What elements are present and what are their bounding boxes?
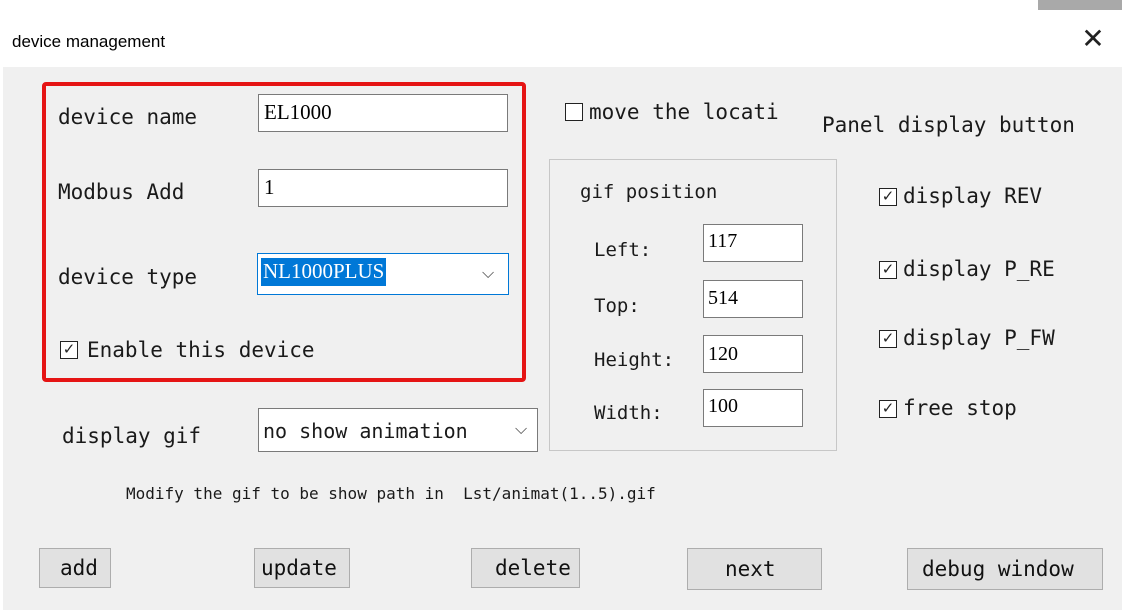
- device-name-input[interactable]: EL1000: [258, 94, 508, 132]
- update-button-label: update: [261, 556, 337, 580]
- gif-left-value: 117: [708, 230, 738, 252]
- device-type-value: NL1000PLUS: [261, 258, 387, 286]
- modbus-address-input[interactable]: 1: [258, 169, 508, 207]
- add-button[interactable]: add: [39, 548, 111, 588]
- display-p-fw-checkbox[interactable]: ✓ display P_FW: [879, 326, 1079, 354]
- device-type-label: device type: [58, 265, 198, 289]
- free-stop-checkbox[interactable]: ✓ free stop: [879, 396, 1079, 424]
- device-name-value: EL1000: [264, 100, 332, 124]
- window-title: device management: [12, 32, 166, 51]
- next-button[interactable]: next: [687, 548, 822, 590]
- title-bar: [0, 10, 1122, 68]
- device-type-select[interactable]: NL1000PLUS ⌵: [257, 253, 509, 295]
- device-name-label: device name: [58, 105, 198, 129]
- delete-button-label: delete: [495, 556, 571, 580]
- display-gif-label: display gif: [62, 424, 202, 448]
- gif-width-label: Width:: [594, 402, 663, 424]
- gif-top-input[interactable]: 514: [703, 280, 803, 318]
- chevron-down-icon: ⌵: [482, 265, 495, 282]
- display-gif-select[interactable]: no show animation ⌵: [258, 408, 538, 452]
- checkbox-icon: ✓: [60, 341, 78, 359]
- modbus-address-label: Modbus Add: [58, 180, 185, 204]
- update-button[interactable]: update: [254, 548, 350, 588]
- background-window-edge: [1038, 0, 1122, 10]
- gif-height-input[interactable]: 120: [703, 335, 803, 373]
- checkbox-icon: ✓: [879, 188, 897, 206]
- close-icon[interactable]: ✕: [1078, 24, 1108, 54]
- display-rev-label: display REV: [903, 184, 1043, 208]
- gif-top-label: Top:: [594, 295, 640, 317]
- gif-left-input[interactable]: 117: [703, 224, 803, 262]
- enable-device-label: Enable this device: [87, 338, 315, 362]
- checkbox-icon: ✓: [879, 330, 897, 348]
- gif-position-title: gif position: [580, 181, 718, 203]
- move-location-label: move the locati: [589, 100, 779, 124]
- debug-window-button-label: debug window: [922, 557, 1074, 581]
- checkbox-icon: ✓: [879, 400, 897, 418]
- gif-top-value: 514: [708, 287, 738, 309]
- gif-height-value: 120: [708, 343, 738, 365]
- display-p-re-label: display P_RE: [903, 257, 1055, 281]
- delete-button[interactable]: delete: [471, 548, 580, 588]
- display-p-fw-label: display P_FW: [903, 326, 1055, 350]
- gif-path-hint: Modify the gif to be show path in Lst/an…: [126, 484, 656, 503]
- checkbox-icon: [565, 103, 583, 121]
- debug-window-button[interactable]: debug window: [907, 548, 1103, 590]
- gif-width-value: 100: [708, 395, 738, 417]
- add-button-label: add: [60, 556, 98, 580]
- gif-height-label: Height:: [594, 349, 675, 371]
- gif-width-input[interactable]: 100: [703, 389, 803, 427]
- display-p-re-checkbox[interactable]: ✓ display P_RE: [879, 257, 1079, 285]
- free-stop-label: free stop: [903, 396, 1017, 420]
- display-gif-value: no show animation: [263, 419, 468, 443]
- next-button-label: next: [725, 557, 776, 581]
- enable-device-checkbox[interactable]: ✓ Enable this device: [58, 338, 348, 366]
- move-location-checkbox[interactable]: move the locati: [565, 100, 815, 128]
- modbus-address-value: 1: [264, 175, 275, 199]
- chevron-down-icon: ⌵: [515, 421, 528, 438]
- panel-display-title: Panel display button: [822, 113, 1075, 137]
- gif-left-label: Left:: [594, 239, 652, 261]
- display-rev-checkbox[interactable]: ✓ display REV: [879, 184, 1079, 212]
- checkbox-icon: ✓: [879, 261, 897, 279]
